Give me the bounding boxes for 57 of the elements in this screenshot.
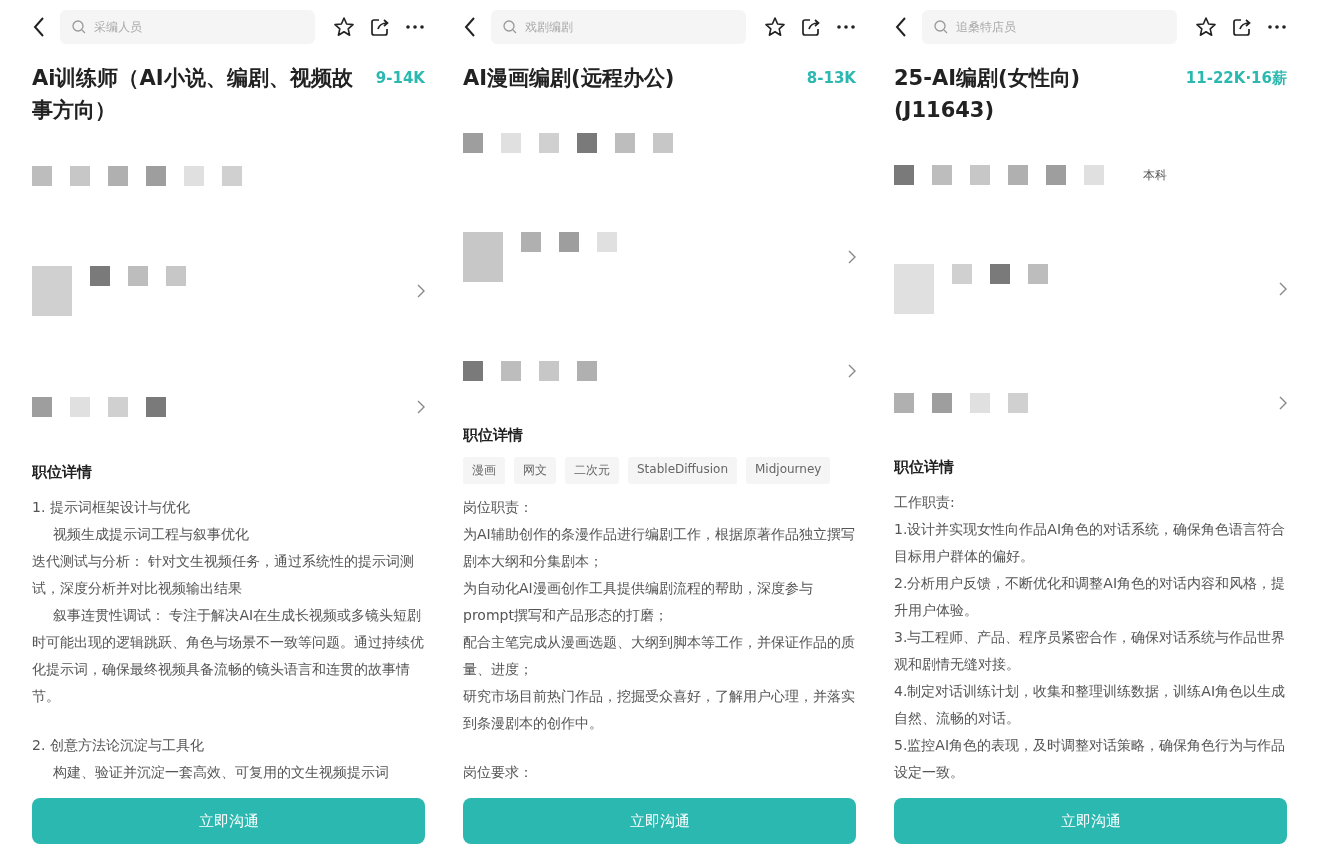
chevron-right-icon[interactable]	[1279, 282, 1287, 296]
salary-range: 11-22K·16薪	[1185, 68, 1287, 89]
description-text: 岗位要求：	[463, 763, 534, 782]
chevron-right-icon[interactable]	[848, 250, 856, 264]
salary-range: 8-13K	[806, 68, 856, 89]
description-text: 3.与工程师、产品、程序员紧密合作，确保对话系统与作品世界观和剧情无缝对接。	[894, 628, 1287, 674]
description-text: 为自动化AI漫画创作工具提供编剧流程的帮助，深度参与prompt撰写和产品形态的打磨；	[463, 579, 814, 625]
search-field[interactable]: 采编人员	[60, 10, 315, 44]
section-heading: 职位详情	[32, 463, 93, 482]
search-field[interactable]: 戏剧编剧	[491, 10, 746, 44]
section-heading: 职位详情	[894, 458, 955, 477]
section-heading: 职位详情	[463, 426, 524, 445]
chat-now-button[interactable]: 立即沟通	[32, 798, 425, 844]
search-field[interactable]: 追桑特店员	[922, 10, 1177, 44]
more-icon[interactable]	[836, 24, 856, 30]
back-icon[interactable]	[32, 16, 46, 38]
description-text: 为AI辅助创作的条漫作品进行编剧工作，根据原著作品独立撰写剧本大纲和分集剧本；	[463, 525, 856, 571]
description-text: 1. 提示词框架设计与优化	[32, 498, 191, 517]
star-icon[interactable]	[764, 16, 786, 38]
skill-tag: 漫画	[463, 457, 505, 484]
description-text: 2.分析用户反馈，不断优化和调整AI角色的对话内容和风格，提升用户体验。	[894, 574, 1287, 620]
skill-tag: 网文	[514, 457, 556, 484]
chat-now-button[interactable]: 立即沟通	[463, 798, 856, 844]
skill-tag: StableDiffusion	[628, 457, 737, 484]
description-text: 1.设计并实现女性向作品AI角色的对话系统，确保角色语言符合目标用户群体的偏好。	[894, 520, 1287, 566]
star-icon[interactable]	[1195, 16, 1217, 38]
description-text: 配合主笔完成从漫画选题、大纲到脚本等工作，并保证作品的质量、进度；	[463, 633, 856, 679]
more-icon[interactable]	[405, 24, 425, 30]
back-icon[interactable]	[463, 16, 477, 38]
chat-now-button[interactable]: 立即沟通	[894, 798, 1287, 844]
chevron-right-icon[interactable]	[848, 363, 856, 378]
share-icon[interactable]	[369, 16, 391, 38]
back-icon[interactable]	[894, 16, 908, 38]
skill-tag: 二次元	[565, 457, 619, 484]
star-icon[interactable]	[333, 16, 355, 38]
share-icon[interactable]	[800, 16, 822, 38]
description-text: 5.监控AI角色的表现，及时调整对话策略，确保角色行为与作品设定一致。	[894, 736, 1287, 782]
description-text: 4.制定对话训练计划，收集和整理训练数据，训练AI角色以生成自然、流畅的对话。	[894, 682, 1287, 728]
description-text: 研究市场目前热门作品，挖掘受众喜好，了解用户心理，并落实到条漫剧本的创作中。	[463, 687, 856, 733]
description-text: 2. 创意方法论沉淀与工具化	[32, 736, 205, 755]
description-text: 岗位职责：	[463, 498, 534, 517]
chevron-right-icon[interactable]	[1279, 395, 1287, 410]
degree-text: 本科	[1143, 166, 1167, 184]
job-title: Ai训练师（AI小说、编剧、视频故事方向）	[32, 65, 354, 124]
description-text: 工作职责:	[894, 493, 956, 512]
job-title: AI漫画编剧(远程办公)	[463, 65, 676, 92]
description-text: 视频生成提示词工程与叙事优化	[52, 525, 250, 544]
skill-tag: Midjourney	[746, 457, 831, 484]
salary-range: 9-14K	[375, 68, 425, 89]
job-title: 25-AI编剧(女性向)(J11643)	[894, 65, 1082, 124]
share-icon[interactable]	[1231, 16, 1253, 38]
description-text: 迭代测试与分析： 针对文生视频任务，通过系统性的提示词测试，深度分析并对比视频输出结果	[32, 552, 416, 598]
description-text: 构建、验证并沉淀一套高效、可复用的文生视频提示词	[52, 763, 390, 782]
chevron-right-icon[interactable]	[417, 284, 425, 299]
description-text: 叙事连贯性调试： 专注于解决AI在生成长视频或多镜头短剧时可能出现的逻辑跳跃、角色与场景不一致等问题。通过持续优化提示词，确保最终视频具备流畅的镜头语言和连贯的故事情节。	[32, 606, 425, 706]
more-icon[interactable]	[1267, 24, 1287, 30]
chevron-right-icon[interactable]	[417, 399, 425, 414]
